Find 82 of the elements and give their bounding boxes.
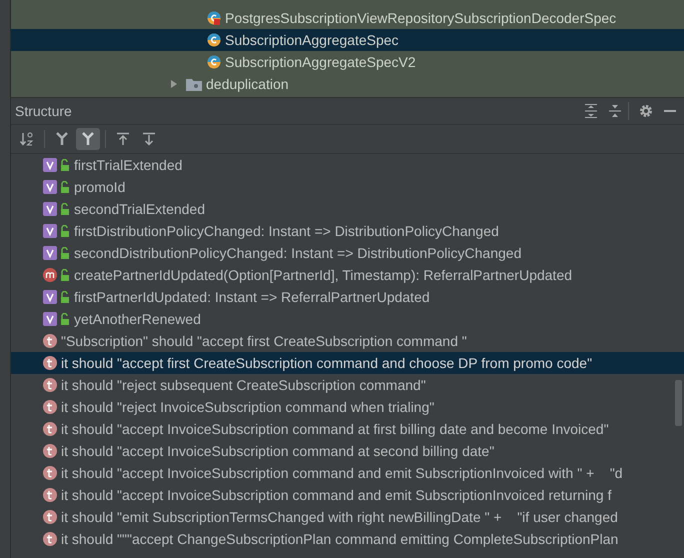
fork-icon xyxy=(81,132,95,146)
method-icon xyxy=(43,268,57,282)
scrollbar-thumb[interactable] xyxy=(675,380,682,426)
value-icon xyxy=(43,246,57,260)
structure-item[interactable]: yetAnotherRenewed xyxy=(11,308,684,330)
structure-item[interactable]: firstTrialExtended xyxy=(11,154,684,176)
structure-item-label: yetAnotherRenewed xyxy=(74,311,201,327)
structure-item[interactable]: it should "accept InvoiceSubscription command and emit SubscriptionInvoiced with " + "d xyxy=(11,462,684,484)
structure-item[interactable]: it should "reject subsequent CreateSubscription command" xyxy=(11,374,684,396)
folder-label[interactable]: deduplication xyxy=(206,76,289,92)
inherited-toggle-button[interactable] xyxy=(76,128,100,150)
structure-item[interactable]: firstDistributionPolicyChanged: Instant => DistributionPolicyChanged xyxy=(11,220,684,242)
arrow-up-icon xyxy=(116,132,130,146)
test-icon xyxy=(43,400,57,414)
file-label[interactable]: SubscriptionAggregateSpec xyxy=(225,32,399,48)
fork-icon xyxy=(55,132,69,146)
structure-item[interactable]: it should "emit SubscriptionTermsChanged with right newBillingDate " + "if user changed xyxy=(11,506,684,528)
structure-item-label: it should "reject InvoiceSubscription command when trialing" xyxy=(61,399,434,415)
value-icon xyxy=(43,224,57,238)
structure-item-label: it should "accept InvoiceSubscription command at second billing date" xyxy=(61,443,494,459)
arrow-down-icon xyxy=(142,132,156,146)
test-icon xyxy=(43,444,57,458)
lock-icon xyxy=(60,203,70,215)
structure-item[interactable]: it should "accept InvoiceSubscription command at second billing date" xyxy=(11,440,684,462)
test-icon xyxy=(43,422,57,436)
structure-item[interactable]: it should """accept ChangeSubscriptionPlan command emitting CompleteSubscriptionPlan xyxy=(11,528,684,550)
structure-item[interactable]: promoId xyxy=(11,176,684,198)
structure-item-label: secondTrialExtended xyxy=(74,201,206,217)
structure-item-label: promoId xyxy=(74,179,126,195)
lock-icon xyxy=(60,291,70,303)
structure-item-label: it should "accept InvoiceSubscription command and emit SubscriptionInvoiced returning f xyxy=(61,487,612,503)
lock-icon xyxy=(60,269,70,281)
structure-item-label: "Subscription" should "accept first CreateSubscription command " xyxy=(61,333,467,349)
test-icon xyxy=(43,510,57,524)
structure-item-label: it should "reject subsequent CreateSubscription command" xyxy=(61,377,426,393)
lock-icon xyxy=(60,225,70,237)
structure-item-label: it should """accept ChangeSubscriptionPlan command emitting CompleteSubscriptionPlan xyxy=(61,531,618,547)
structure-item-label: firstTrialExtended xyxy=(74,157,182,173)
value-icon xyxy=(43,312,57,326)
structure-item-label: it should "accept InvoiceSubscription command and emit SubscriptionInvoiced with " + "d xyxy=(61,465,623,481)
structure-item-label: it should "accept InvoiceSubscription command at first billing date and become Invoiced" xyxy=(61,421,609,437)
value-icon xyxy=(43,158,57,172)
structure-item[interactable]: it should "accept first CreateSubscription command and choose DP from promo code" xyxy=(11,352,684,374)
structure-item[interactable]: secondDistributionPolicyChanged: Instant => DistributionPolicyChanged xyxy=(11,242,684,264)
structure-item-label: secondDistributionPolicyChanged: Instant => DistributionPolicyChanged xyxy=(74,245,522,261)
structure-item-label: firstDistributionPolicyChanged: Instant => DistributionPolicyChanged xyxy=(74,223,499,239)
test-icon xyxy=(43,378,57,392)
structure-item-label: it should "accept first CreateSubscription command and choose DP from promo code" xyxy=(61,355,592,371)
value-icon xyxy=(43,202,57,216)
class-icon xyxy=(207,11,221,25)
lock-icon xyxy=(60,247,70,259)
value-icon xyxy=(43,180,57,194)
test-icon xyxy=(43,466,57,480)
test-icon xyxy=(43,334,57,348)
expand-all-icon[interactable] xyxy=(584,104,598,118)
structure-item[interactable]: secondTrialExtended xyxy=(11,198,684,220)
lock-icon xyxy=(60,313,70,325)
panel-title: Structure xyxy=(15,103,73,119)
file-label[interactable]: PostgresSubscriptionViewRepositorySubscriptionDecoderSpec xyxy=(225,10,616,26)
class-icon xyxy=(207,33,221,47)
collapsed-arrow-icon[interactable] xyxy=(169,79,179,89)
folder-icon xyxy=(186,78,202,90)
settings-icon[interactable] xyxy=(639,104,653,118)
structure-item[interactable]: it should "accept InvoiceSubscription command and emit SubscriptionInvoiced returning f xyxy=(11,484,684,506)
file-label[interactable]: SubscriptionAggregateSpecV2 xyxy=(225,54,416,70)
test-icon xyxy=(43,356,57,370)
test-icon xyxy=(43,488,57,502)
structure-item-label: firstPartnerIdUpdated: Instant => ReferralPartnerUpdated xyxy=(74,289,430,305)
test-icon xyxy=(43,532,57,546)
structure-item-label: it should "emit SubscriptionTermsChanged with right newBillingDate " + "if user changed xyxy=(61,509,618,525)
class-icon xyxy=(207,55,221,69)
sort-icon xyxy=(19,131,35,147)
structure-item[interactable]: it should "reject InvoiceSubscription command when trialing" xyxy=(11,396,684,418)
structure-item[interactable]: createPartnerIdUpdated(Option[PartnerId], Timestamp): ReferralPartnerUpdated xyxy=(11,264,684,286)
structure-item[interactable]: "Subscription" should "accept first CreateSubscription command " xyxy=(11,330,684,352)
structure-item-label: createPartnerIdUpdated(Option[PartnerId], Timestamp): ReferralPartnerUpdated xyxy=(74,267,572,283)
lock-icon xyxy=(60,159,70,171)
structure-item[interactable]: firstPartnerIdUpdated: Instant => ReferralPartnerUpdated xyxy=(11,286,684,308)
structure-item[interactable]: it should "accept InvoiceSubscription command at first billing date and become Invoiced" xyxy=(11,418,684,440)
collapse-all-icon[interactable] xyxy=(608,104,622,118)
lock-icon xyxy=(60,181,70,193)
value-icon xyxy=(43,290,57,304)
